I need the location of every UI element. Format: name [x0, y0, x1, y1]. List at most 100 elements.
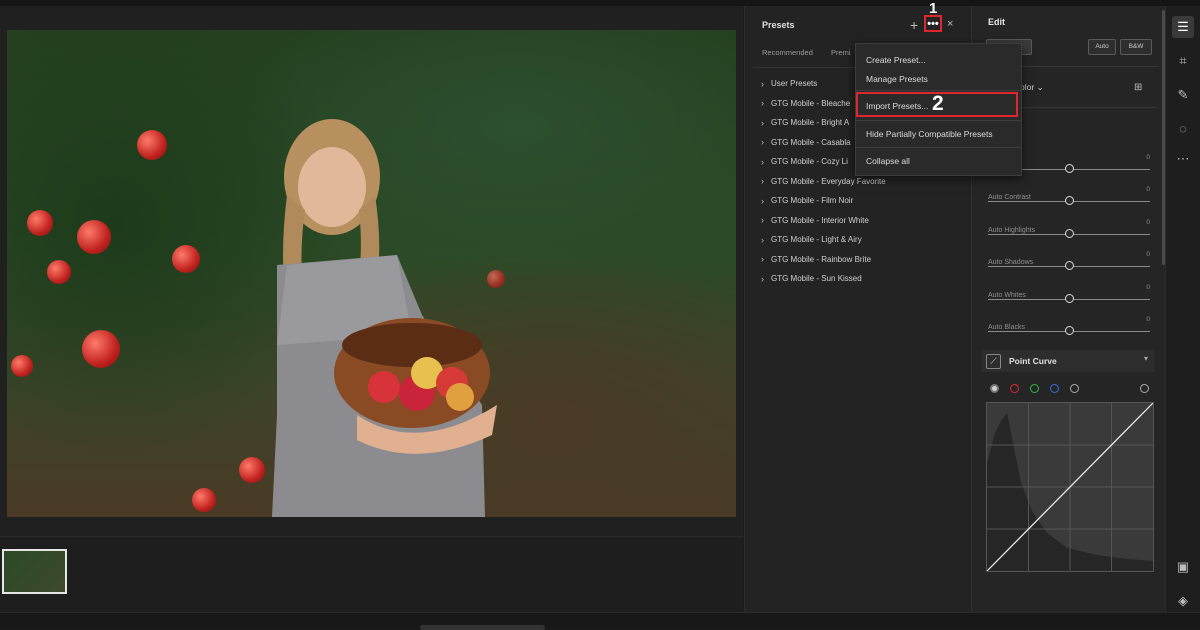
tool-strip: ☰ ⌗ ✎ ◌ ⋯ ▣ ◈ [1165, 6, 1200, 612]
slider-value: 0 [1146, 316, 1150, 323]
apple-shape [137, 130, 167, 160]
chevron-right-icon: › [761, 273, 764, 284]
chevron-right-icon: › [761, 254, 764, 265]
apple-shape [82, 330, 120, 368]
add-preset-icon[interactable]: + [910, 17, 918, 33]
preset-group-label: GTG Mobile - Casabla [771, 137, 851, 147]
preset-group[interactable]: › GTG Mobile - Interior White [761, 211, 886, 231]
chevron-right-icon: › [761, 98, 764, 109]
annotation-step-2: 2 [932, 92, 944, 115]
slider-knob[interactable] [1065, 229, 1074, 238]
preset-group[interactable]: › GTG Mobile - Rainbow Brite [761, 250, 886, 270]
slider-knob[interactable] [1065, 164, 1074, 173]
more-tools-icon[interactable]: ⋯ [1172, 148, 1194, 170]
chevron-down-icon[interactable]: ▾ [1144, 354, 1148, 363]
preset-group-label: GTG Mobile - Film Noir [771, 196, 854, 206]
masking-icon[interactable]: ◌ [1172, 118, 1194, 140]
close-icon[interactable]: × [947, 18, 953, 30]
filmstrip [0, 536, 743, 613]
chevron-right-icon: › [761, 117, 764, 128]
contrast-slider[interactable]: Auto Contrast 0 [988, 186, 1150, 205]
parametric-curve-icon[interactable] [1070, 384, 1079, 393]
comment-icon[interactable]: ▣ [1172, 556, 1194, 578]
slider-value: 0 [1146, 154, 1150, 161]
curve-icon: ⟋ [986, 354, 1001, 369]
slider-value: 0 [1146, 284, 1150, 291]
apple-shape [47, 260, 71, 284]
tab-recommended[interactable]: Recommended [762, 48, 813, 57]
presets-tabs: Recommended Premi [762, 48, 867, 57]
apple-shape [192, 488, 216, 512]
edit-sliders-icon[interactable]: ☰ [1172, 16, 1194, 38]
bottom-bar [0, 612, 1200, 630]
menu-item-create-preset[interactable]: Create Preset... [866, 55, 926, 65]
point-curve-header[interactable]: ⟋ Point Curve ▾ [982, 350, 1154, 372]
preset-group[interactable]: › GTG Mobile - Light & Airy [761, 230, 886, 250]
whites-slider[interactable]: Auto Whites 0 [988, 284, 1150, 303]
menu-item-import-presets[interactable]: Import Presets... [866, 101, 928, 111]
menu-separator [856, 120, 1021, 121]
slider-label: Auto Whites [988, 292, 1026, 299]
chevron-right-icon: › [761, 215, 764, 226]
slider-knob[interactable] [1065, 326, 1074, 335]
slider-value: 0 [1146, 186, 1150, 193]
green-channel-icon[interactable] [1030, 384, 1039, 393]
apple-shape [27, 210, 53, 236]
slider-label: Auto Shadows [988, 259, 1034, 266]
preset-group-label: GTG Mobile - Rainbow Brite [771, 254, 872, 264]
bw-button[interactable]: B&W [1120, 39, 1152, 55]
slider-value: 0 [1146, 251, 1150, 258]
preset-group-label: User Presets [771, 79, 818, 89]
menu-item-manage-presets[interactable]: Manage Presets [866, 74, 928, 84]
rgb-channel-icon[interactable] [990, 384, 999, 393]
blacks-slider[interactable]: Auto Blacks 0 [988, 316, 1150, 335]
target-adjust-icon[interactable] [1140, 384, 1149, 393]
preset-group[interactable]: › GTG Mobile - Sun Kissed [761, 269, 886, 289]
girl-figure [272, 119, 497, 517]
slider-label: Auto Blacks [988, 324, 1025, 331]
tab-premium[interactable]: Premi [831, 48, 851, 57]
chevron-right-icon: › [761, 234, 764, 245]
preset-group-label: GTG Mobile - Interior White [771, 215, 869, 225]
highlights-slider[interactable]: Auto Highlights 0 [988, 219, 1150, 238]
chevron-right-icon: › [761, 137, 764, 148]
apple-shape [172, 245, 200, 273]
slider-label: Auto Highlights [988, 227, 1036, 234]
profile-selector[interactable]: olor ⌄ [1020, 82, 1044, 93]
red-channel-icon[interactable] [1010, 384, 1019, 393]
crop-icon[interactable]: ⌗ [1172, 50, 1194, 72]
chevron-right-icon: › [761, 156, 764, 167]
menu-item-collapse-all[interactable]: Collapse all [866, 156, 910, 166]
chevron-down-icon: ⌄ [1036, 82, 1044, 92]
preset-group-label: GTG Mobile - Bright A [771, 118, 850, 128]
slider-value: 0 [1146, 219, 1150, 226]
point-curve-title: Point Curve [1009, 356, 1057, 366]
point-curve-graph[interactable] [986, 402, 1154, 572]
tag-icon[interactable]: ◈ [1172, 590, 1194, 612]
preset-group-label: GTG Mobile - Sun Kissed [771, 274, 862, 284]
main-photo[interactable] [7, 30, 736, 517]
menu-item-hide-incompatible[interactable]: Hide Partially Compatible Presets [866, 129, 993, 139]
more-options-icon[interactable]: ••• [924, 15, 942, 32]
preset-group-label: GTG Mobile - Light & Airy [771, 235, 862, 245]
healing-icon[interactable]: ✎ [1172, 84, 1194, 106]
slider-knob[interactable] [1065, 261, 1074, 270]
blue-channel-icon[interactable] [1050, 384, 1059, 393]
apple-shape [11, 355, 33, 377]
menu-separator [856, 147, 1021, 148]
chevron-right-icon: › [761, 176, 764, 187]
preset-group[interactable]: › GTG Mobile - Film Noir [761, 191, 886, 211]
auto-button[interactable]: Auto [1088, 39, 1116, 55]
slider-knob[interactable] [1065, 196, 1074, 205]
menu-separator [856, 90, 1021, 91]
chevron-right-icon: › [761, 78, 764, 89]
profile-label: olor [1020, 82, 1035, 92]
preset-group-label: GTG Mobile - Everyday Favorite [771, 176, 886, 186]
slider-knob[interactable] [1065, 294, 1074, 303]
profile-browser-icon[interactable]: ⊞ [1134, 82, 1142, 93]
photo-thumbnail[interactable] [2, 549, 67, 594]
preset-group-label: GTG Mobile - Bleache [771, 98, 851, 108]
shadows-slider[interactable]: Auto Shadows 0 [988, 251, 1150, 270]
preset-group-label: GTG Mobile - Cozy Li [771, 157, 848, 167]
presets-title: Presets [762, 20, 795, 30]
